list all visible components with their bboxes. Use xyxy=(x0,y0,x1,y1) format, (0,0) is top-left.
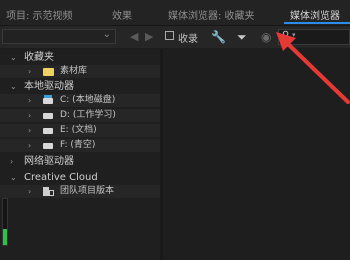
tree-item-label: F: (青空) xyxy=(60,140,96,150)
tree-header-favorites[interactable]: ⌄ 收藏夹 xyxy=(0,51,160,64)
tree-item-label: D: (工作学习) xyxy=(60,110,116,120)
filter-icon[interactable]: ⏷ xyxy=(237,30,247,45)
expand-chevron-icon[interactable]: › xyxy=(28,139,31,152)
audio-level-fill xyxy=(3,228,7,245)
tree-header-network-drives[interactable]: › 网络驱动器 xyxy=(0,155,160,168)
local-drives-header-label: 本地驱动器 xyxy=(24,81,74,92)
tree-item-label: 团队项目版本 xyxy=(60,186,115,196)
tree-item-asset-library[interactable]: › 素材库 xyxy=(0,65,160,78)
search-icon: ⚲ xyxy=(282,30,290,41)
audio-level-meter xyxy=(2,198,8,246)
tree-item-drive-d[interactable]: › D: (工作学习) xyxy=(0,109,160,122)
expand-chevron-icon[interactable]: › xyxy=(10,155,13,168)
expand-chevron-icon[interactable]: › xyxy=(28,185,31,198)
forward-arrow-icon[interactable]: ▶ xyxy=(145,30,153,43)
tree-header-creative-cloud[interactable]: ⌄ Creative Cloud xyxy=(0,171,160,184)
media-browser-toolbar: ⌄ ◀ ▶ 收录 🔧 ⏷ ◉ ⚲ ▾ xyxy=(0,26,350,48)
expand-chevron-icon[interactable]: › xyxy=(28,124,31,137)
expand-chevron-icon[interactable]: › xyxy=(28,94,31,107)
file-content-area[interactable] xyxy=(163,49,350,260)
drive-icon xyxy=(43,128,53,134)
tab-effects[interactable]: 效果 xyxy=(112,7,132,22)
tree-item-label: 素材库 xyxy=(60,66,88,76)
tree-item-label: E: (文档) xyxy=(60,125,97,135)
collapse-chevron-icon[interactable]: ⌄ xyxy=(10,171,17,184)
ingest-checkbox[interactable] xyxy=(165,31,174,40)
collapse-chevron-icon[interactable]: ⌄ xyxy=(10,51,17,64)
locations-tree: ⌄ 收藏夹 › 素材库 ⌄ 本地驱动器 › C: (本地磁盘) › D: (工作… xyxy=(0,49,160,260)
tree-item-team-projects[interactable]: › 团队项目版本 xyxy=(0,185,160,198)
chevron-down-icon: ▾ xyxy=(292,31,296,39)
search-field[interactable]: ⚲ ▾ xyxy=(278,29,350,45)
network-drives-header-label: 网络驱动器 xyxy=(24,156,74,167)
search-input[interactable] xyxy=(301,31,347,43)
drive-icon xyxy=(43,143,53,149)
view-icon[interactable]: ◉ xyxy=(261,30,271,44)
tree-item-label: C: (本地磁盘) xyxy=(60,95,116,105)
collapse-chevron-icon[interactable]: ⌄ xyxy=(10,80,17,93)
location-dropdown[interactable]: ⌄ xyxy=(2,29,116,44)
panel-tab-bar: 项目: 示范视频 效果 媒体浏览器: 收藏夹 媒体浏览器 xyxy=(0,0,350,26)
tab-media-browser[interactable]: 媒体浏览器 xyxy=(290,7,340,22)
tree-item-drive-c[interactable]: › C: (本地磁盘) xyxy=(0,94,160,107)
active-tab-indicator xyxy=(284,22,350,24)
tree-item-drive-e[interactable]: › E: (文档) xyxy=(0,124,160,137)
drive-icon xyxy=(43,113,53,119)
system-drive-icon xyxy=(43,95,53,104)
expand-chevron-icon[interactable]: › xyxy=(28,109,31,122)
wrench-icon[interactable]: 🔧 xyxy=(211,30,226,44)
folder-icon xyxy=(43,68,54,76)
chevron-down-icon: ⌄ xyxy=(102,29,111,40)
team-project-icon xyxy=(43,187,54,196)
ingest-label: 收录 xyxy=(178,34,198,45)
tab-media-browser-favorites[interactable]: 媒体浏览器: 收藏夹 xyxy=(168,7,255,22)
creative-cloud-header-label: Creative Cloud xyxy=(24,172,98,183)
tree-header-local-drives[interactable]: ⌄ 本地驱动器 xyxy=(0,80,160,93)
tree-item-drive-f[interactable]: › F: (青空) xyxy=(0,139,160,152)
expand-chevron-icon[interactable]: › xyxy=(28,65,31,78)
tab-project[interactable]: 项目: 示范视频 xyxy=(6,7,73,22)
back-arrow-icon[interactable]: ◀ xyxy=(130,30,138,43)
favorites-header-label: 收藏夹 xyxy=(24,52,54,63)
